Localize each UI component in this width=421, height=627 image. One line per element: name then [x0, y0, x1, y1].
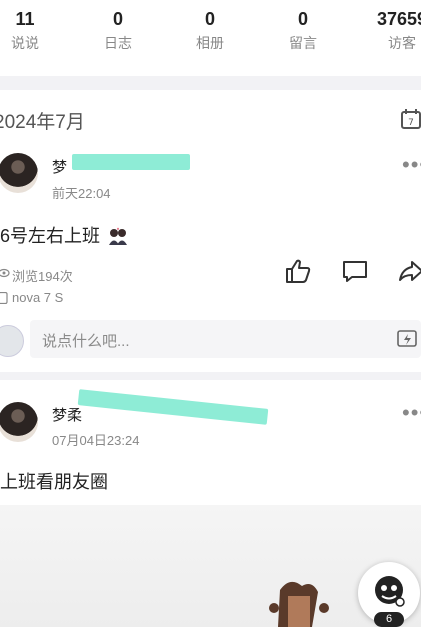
- post-content: 6号左右上班: [0, 222, 129, 248]
- month-header: 2024年7月: [0, 112, 85, 133]
- chocolate-sticker-image: [269, 581, 329, 627]
- stat-messages[interactable]: 0 留言: [268, 8, 338, 53]
- post-time: 前天22:04: [52, 186, 111, 201]
- eye-icon: [0, 268, 10, 278]
- phone-icon: [0, 292, 8, 304]
- stat-value: 37659: [376, 9, 421, 29]
- stat-journal[interactable]: 0 日志: [83, 8, 153, 53]
- post-text: 上班看朋友圈: [0, 472, 108, 492]
- like-icon[interactable]: [284, 258, 312, 284]
- mascot-icon: [375, 576, 405, 607]
- post-time: 07月04日23:24: [52, 433, 140, 448]
- author-name[interactable]: 梦: [52, 156, 67, 177]
- couple-emoji-icon: [109, 227, 128, 245]
- stat-label: 相册: [196, 35, 224, 51]
- stat-label: 说说: [11, 35, 39, 51]
- stat-value: 11: [15, 9, 35, 29]
- stat-shuoshuo[interactable]: 11 说说: [0, 8, 60, 53]
- notification-badge: 6: [374, 612, 404, 627]
- stat-visitors[interactable]: 37659 访客: [362, 8, 421, 53]
- svg-text:7: 7: [408, 118, 414, 128]
- sticker-icon[interactable]: [396, 329, 418, 349]
- stat-label: 日志: [104, 35, 132, 51]
- author-name[interactable]: 梦柔: [52, 404, 82, 425]
- calendar-icon[interactable]: 7: [400, 108, 421, 130]
- comment-icon[interactable]: [341, 258, 369, 284]
- stat-value: 0: [204, 9, 215, 29]
- stat-label: 访客: [388, 35, 416, 51]
- stat-value: 0: [112, 9, 123, 29]
- stat-value: 0: [297, 9, 308, 29]
- more-options-icon[interactable]: •••: [402, 152, 421, 178]
- stats-bar: 11 说说 0 日志 0 相册 0 留言 37659 访客: [0, 0, 421, 76]
- stat-album[interactable]: 0 相册: [175, 8, 245, 53]
- device-name: nova 7 S: [12, 290, 64, 305]
- share-icon[interactable]: [398, 258, 421, 284]
- post-text: 6号左右上班: [0, 226, 101, 246]
- stat-label: 留言: [289, 35, 317, 51]
- redaction-mark: [72, 154, 190, 170]
- view-count: 浏览194次: [12, 269, 73, 284]
- more-options-icon[interactable]: •••: [402, 400, 421, 426]
- comment-placeholder: 说点什么吧...: [42, 333, 130, 350]
- post-image[interactable]: [0, 505, 421, 627]
